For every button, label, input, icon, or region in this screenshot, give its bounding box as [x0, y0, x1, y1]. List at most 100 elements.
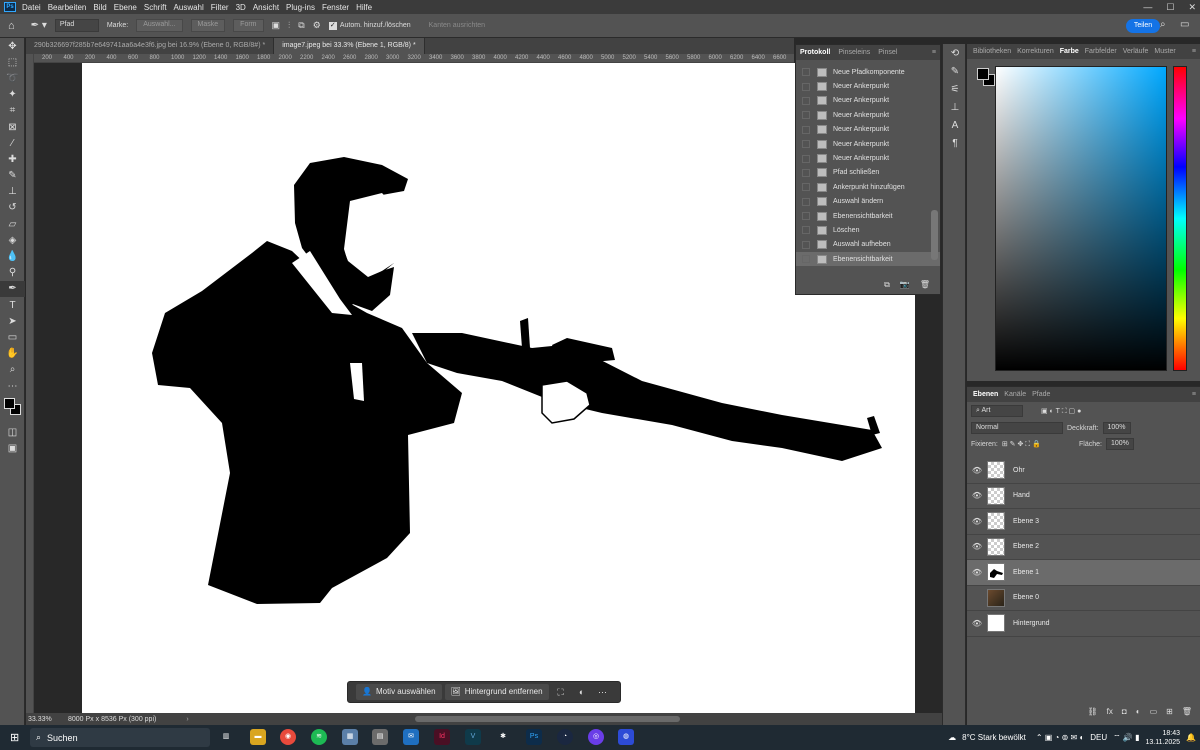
menu-schrift[interactable]: Schrift [144, 3, 167, 12]
history-item[interactable]: Neuer Ankerpunkt [796, 151, 940, 165]
path-alignment-icon[interactable]: ⫶ [288, 20, 290, 31]
type-tool-icon[interactable]: T [0, 297, 25, 313]
frame-tool-icon[interactable]: ⊠ [0, 119, 25, 135]
history-source-checkbox[interactable] [802, 68, 810, 77]
taskbar-search[interactable]: ⌕ Suchen [30, 728, 210, 747]
hand-tool-icon[interactable]: ✋ [0, 346, 25, 362]
path-operations-icon[interactable]: ▣ [272, 20, 281, 31]
tab-channels[interactable]: Kanäle [1004, 391, 1026, 398]
search-icon[interactable]: ⌕ [1160, 19, 1166, 30]
stamp-tool-icon[interactable]: ⊥ [0, 184, 25, 200]
history-item[interactable]: Neuer Ankerpunkt [796, 137, 940, 151]
network-icon[interactable]: ⌔ 🔊 ▮ [1113, 733, 1139, 743]
history-source-checkbox[interactable] [802, 212, 810, 221]
layer-row[interactable]: 👁 Hintergrund [967, 611, 1200, 637]
notification-icon[interactable]: 🔔 [1186, 733, 1196, 742]
hue-slider[interactable] [1173, 66, 1187, 371]
tab-brushes[interactable]: Pinsel [878, 49, 897, 56]
history-item[interactable]: Ankerpunkt hinzufügen [796, 180, 940, 194]
layer-row[interactable]: 👁 Hand [967, 484, 1200, 509]
calculator-icon[interactable]: ▦ [342, 729, 358, 745]
align-edges-label[interactable]: Kanten ausrichten [429, 22, 485, 29]
dodge-tool-icon[interactable]: ⚲ [0, 265, 25, 281]
visibility-eye-icon[interactable]: 👁 [967, 542, 987, 551]
history-scrollbar[interactable] [931, 210, 938, 260]
visibility-eye-icon[interactable]: 👁 [967, 466, 987, 475]
screen-mode-icon[interactable]: ▣ [0, 440, 25, 456]
stamp-source-icon[interactable]: ⊥ [943, 98, 967, 116]
pen-tool-icon[interactable]: ✒ [0, 280, 25, 297]
share-button[interactable]: Teilen [1126, 19, 1160, 33]
history-source-checkbox[interactable] [802, 140, 810, 149]
foreground-color-swatch[interactable] [4, 398, 15, 410]
tab-swatches[interactable]: Farbfelder [1085, 48, 1117, 55]
tab-history[interactable]: Protokoll [800, 49, 830, 56]
selection-button[interactable]: Auswahl... [136, 19, 183, 32]
layer-row[interactable]: 👁 Ebene 3 [967, 509, 1200, 535]
tab-color[interactable]: Farbe [1060, 48, 1079, 55]
history-source-checkbox[interactable] [802, 111, 810, 120]
delete-layer-icon[interactable]: 🗑 [1182, 707, 1192, 721]
tab-brush-settings[interactable]: Pinseleins [838, 49, 870, 56]
marquee-tool-icon[interactable]: ⬚ [0, 54, 25, 70]
character-icon[interactable]: A [943, 116, 967, 134]
menu-ebene[interactable]: Ebene [114, 3, 137, 12]
file-explorer-icon[interactable]: ▬ [250, 729, 266, 745]
vpn-icon[interactable]: ◍ [618, 729, 634, 745]
mail-icon[interactable]: ✉ [403, 729, 419, 745]
color-panel-menu-icon[interactable]: ≡ [1192, 48, 1196, 55]
minimize-icon[interactable]: — [1143, 2, 1152, 12]
history-source-checkbox[interactable] [802, 183, 810, 192]
layer-row[interactable]: 👁 Ohr [967, 458, 1200, 484]
select-subject-button[interactable]: 👤 Motiv auswählen [356, 684, 442, 700]
more-tools-icon[interactable]: ⋯ [0, 378, 25, 394]
link-layers-icon[interactable]: ⛓ [1088, 707, 1098, 721]
photoshop-taskbar-icon[interactable]: Ps [526, 729, 542, 745]
document-info[interactable]: 8000 Px x 8536 Px (300 ppi) [68, 716, 156, 723]
brush-tool-icon[interactable]: ✎ [0, 168, 25, 184]
workspace-icon[interactable]: ▭ [1180, 19, 1189, 30]
adjustment-layer-icon[interactable]: ◐ [1136, 707, 1141, 721]
tab-patterns[interactable]: Muster [1154, 48, 1175, 55]
visibility-eye-icon[interactable]: 👁 [967, 619, 987, 628]
menu-plugins[interactable]: Plug-ins [286, 3, 315, 12]
layer-style-icon[interactable]: fx [1107, 707, 1113, 721]
history-source-checkbox[interactable] [802, 82, 810, 91]
history-source-checkbox[interactable] [802, 154, 810, 163]
history-source-checkbox[interactable] [802, 96, 810, 105]
shape-button[interactable]: Form [233, 19, 264, 32]
color-swatches[interactable] [0, 394, 24, 424]
auto-add-checkbox[interactable]: ✓ [328, 21, 337, 30]
browser-icon[interactable]: ◔ [557, 729, 573, 745]
mask-button[interactable]: Maske [190, 19, 226, 32]
zoom-level[interactable]: 33.33% [26, 716, 68, 723]
magic-wand-tool-icon[interactable]: ✦ [0, 87, 25, 103]
path-selection-tool-icon[interactable]: ➤ [0, 313, 25, 329]
quick-mask-icon[interactable]: ◫ [0, 424, 25, 440]
paragraph-icon[interactable]: ¶ [943, 134, 967, 152]
transform-icon[interactable]: ⛶ [552, 687, 570, 698]
history-source-checkbox[interactable] [802, 125, 810, 134]
adjust-icon[interactable]: ◐ [573, 687, 591, 697]
history-item[interactable]: Auswahl ändern [796, 195, 940, 209]
app-v-icon[interactable]: V [465, 729, 481, 745]
messenger-icon[interactable]: ◎ [588, 729, 604, 745]
layer-row[interactable]: 👁 Ebene 2 [967, 535, 1200, 560]
trash-icon[interactable]: 🗑 [920, 280, 930, 290]
tab-document-1[interactable]: 290b326697f285b7e649741aa6a4e3f6.jpg bei… [26, 38, 275, 54]
new-group-icon[interactable]: ▭ [1150, 707, 1158, 721]
tab-adjustments[interactable]: Korrekturen [1017, 48, 1054, 55]
layer-row[interactable]: Ebene 0 [967, 586, 1200, 611]
history-source-checkbox[interactable] [802, 240, 810, 249]
pen-tool-preset-icon[interactable]: ✒ ▾ [31, 20, 47, 31]
tab-document-2[interactable]: image7.jpeg bei 33.3% (Ebene 1, RGB/8) * [274, 38, 425, 54]
chrome-icon[interactable]: ◉ [280, 729, 296, 745]
foreground-color-preview[interactable] [977, 68, 989, 80]
new-layer-icon[interactable]: ⊞ [1166, 707, 1173, 721]
rectangle-tool-icon[interactable]: ▭ [0, 329, 25, 345]
home-icon[interactable]: ⌂ [8, 20, 15, 32]
menu-3d[interactable]: 3D [236, 3, 246, 12]
menu-fenster[interactable]: Fenster [322, 3, 349, 12]
tool-mode-select[interactable]: Pfad [54, 19, 99, 32]
menu-datei[interactable]: Datei [22, 3, 41, 12]
